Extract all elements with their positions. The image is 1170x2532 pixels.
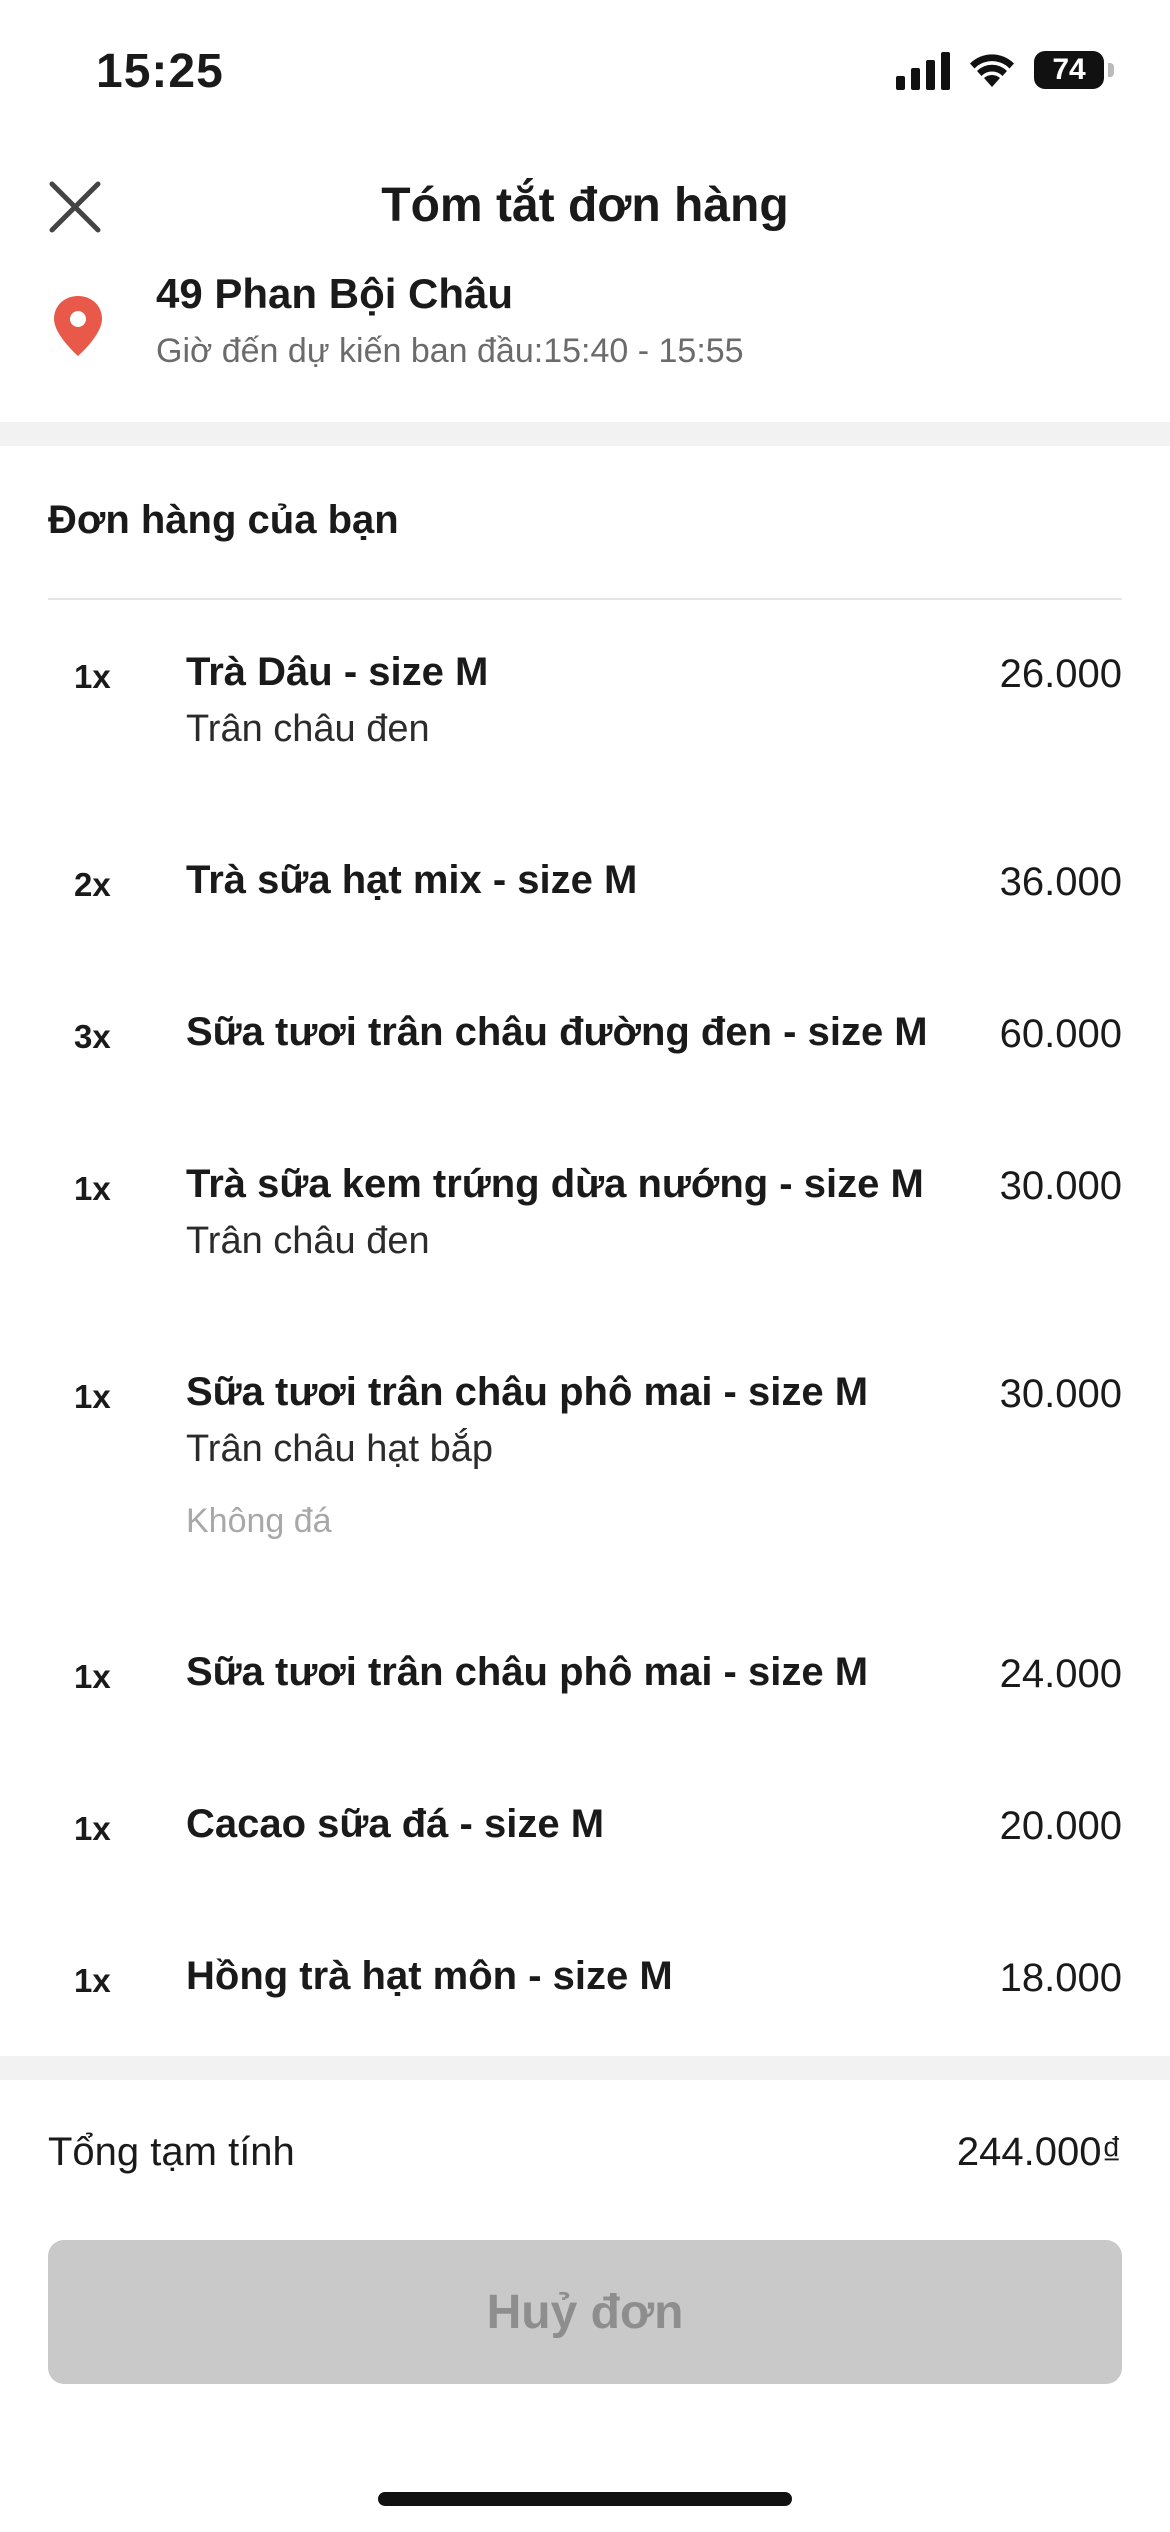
item-quantity: 1x (74, 1170, 111, 1207)
item-quantity: 3x (74, 1018, 111, 1055)
location-pin-icon (54, 296, 102, 356)
section-divider (0, 422, 1170, 446)
item-quantity: 1x (74, 1378, 111, 1415)
status-icons: 74 (896, 50, 1114, 90)
item-quantity: 1x (74, 1810, 111, 1847)
subtotal-row: Tổng tạm tính 244.000₫ (0, 2130, 1170, 2190)
item-quantity: 1x (74, 1658, 111, 1695)
item-name: Cacao sữa đá - size M (186, 1802, 605, 1846)
section-title: Đơn hàng của bạn (48, 498, 399, 542)
item-name: Hồng trà hạt môn - size M (186, 1954, 673, 1998)
item-option: Trân châu đen (186, 1220, 430, 1262)
status-time: 15:25 (96, 45, 224, 98)
item-quantity: 1x (74, 658, 111, 695)
address-title: 49 Phan Bội Châu (156, 270, 514, 317)
delivery-address: 49 Phan Bội Châu Giờ đến dự kiến ban đầu… (0, 270, 1170, 410)
header: Tóm tắt đơn hàng (0, 160, 1170, 260)
status-bar: 15:25 74 (0, 0, 1170, 150)
item-price: 30.000 (999, 1372, 1122, 1416)
subtotal-label: Tổng tạm tính (48, 2130, 295, 2174)
subtotal-value: 244.000₫ (956, 2130, 1122, 2174)
item-name: Trà Dâu - size M (186, 650, 489, 694)
item-quantity: 2x (74, 866, 111, 903)
item-name: Sữa tươi trân châu phô mai - size M (186, 1370, 869, 1414)
item-price: 20.000 (999, 1804, 1122, 1848)
item-price: 30.000 (999, 1164, 1122, 1208)
item-quantity: 1x (74, 1962, 111, 1999)
item-price: 24.000 (999, 1652, 1122, 1696)
item-price: 26.000 (999, 652, 1122, 696)
item-name: Trà sữa kem trứng dừa nướng - size M (186, 1162, 924, 1206)
item-note: Không đá (186, 1502, 332, 1540)
item-price: 18.000 (999, 1956, 1122, 2000)
item-price: 60.000 (999, 1012, 1122, 1056)
divider-line (48, 598, 1122, 600)
item-option: Trân châu đen (186, 708, 430, 750)
cellular-signal-icon (896, 50, 950, 90)
estimated-arrival: Giờ đến dự kiến ban đầu:15:40 - 15:55 (156, 332, 744, 370)
item-option: Trân châu hạt bắp (186, 1428, 494, 1470)
cancel-order-button[interactable]: Huỷ đơn (48, 2240, 1122, 2384)
order-summary-screen: 15:25 74 Tóm tắt đơn hàng 49 Phan Bội Ch… (0, 0, 1170, 2532)
home-indicator[interactable] (378, 2492, 792, 2506)
item-name: Sữa tươi trân châu phô mai - size M (186, 1650, 869, 1694)
page-title: Tóm tắt đơn hàng (381, 179, 789, 232)
section-divider (0, 2056, 1170, 2080)
wifi-icon (970, 54, 1014, 87)
item-name: Trà sữa hạt mix - size M (186, 858, 638, 902)
item-price: 36.000 (999, 860, 1122, 904)
item-name: Sữa tươi trân châu đường đen - size M (186, 1010, 928, 1054)
battery-icon: 74 (1034, 51, 1104, 89)
battery-cap (1108, 63, 1114, 77)
